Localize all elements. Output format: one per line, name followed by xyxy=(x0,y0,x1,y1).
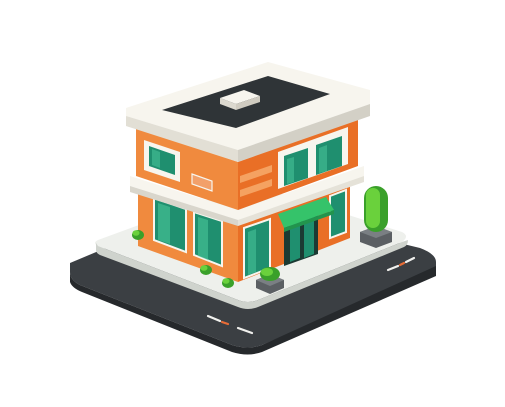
isometric-building-illustration xyxy=(0,0,505,407)
tall-hedge xyxy=(360,186,392,248)
